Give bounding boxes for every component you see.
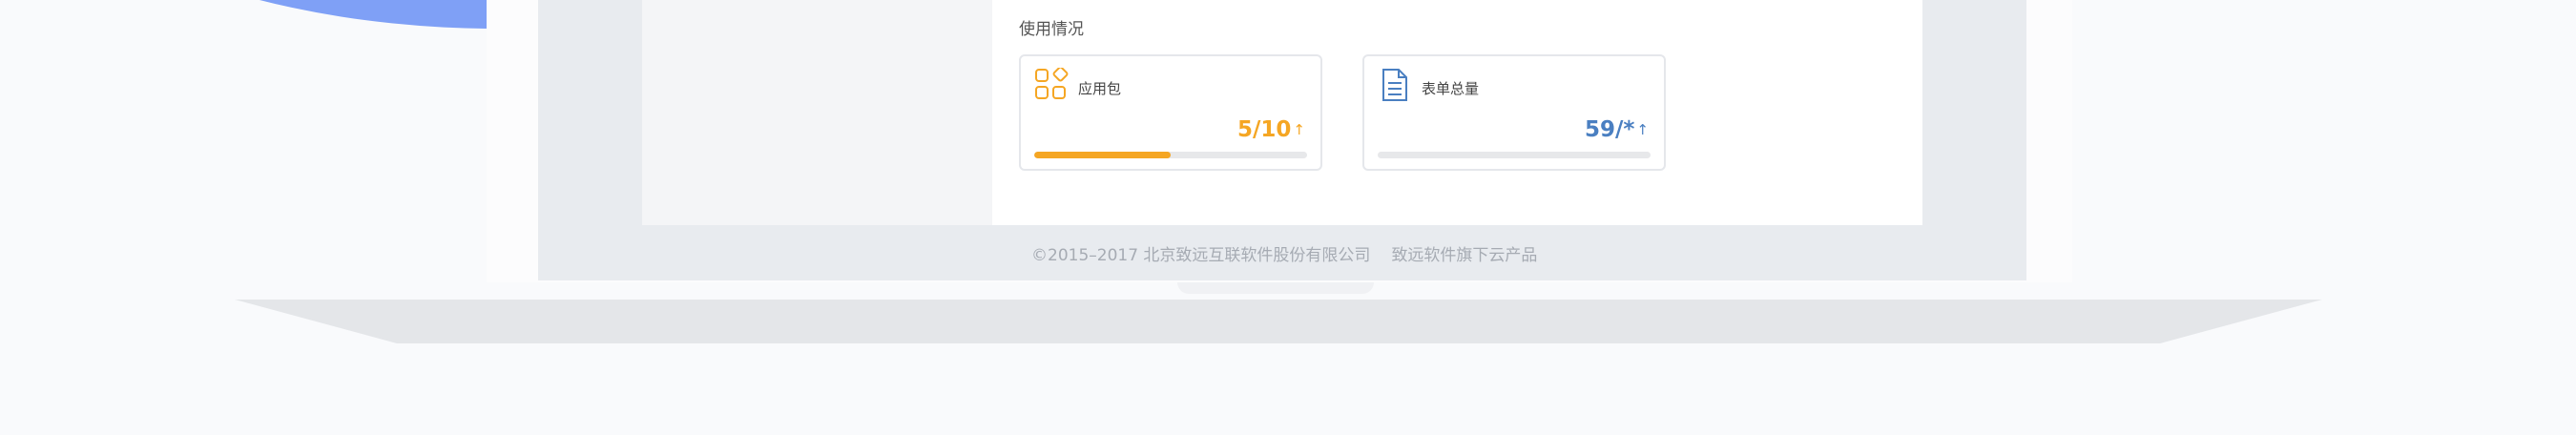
document-icon <box>1382 69 1407 101</box>
laptop-base <box>235 300 2322 343</box>
laptop-notch <box>1177 282 1374 294</box>
progress-fill <box>1034 152 1171 158</box>
progress-track <box>1378 152 1651 158</box>
card-label: 应用包 <box>1078 80 1122 97</box>
card-value-text: 59/* <box>1584 117 1635 142</box>
up-arrow-icon: ↑ <box>1636 121 1649 138</box>
up-arrow-icon: ↑ <box>1293 121 1305 138</box>
usage-section-title: 使用情况 <box>1019 20 1084 39</box>
form-total-card[interactable]: 表单总量 59/* ↑ <box>1362 54 1666 171</box>
copyright-text: ©2015–2017 北京致远互联软件股份有限公司 <box>1031 246 1371 265</box>
decorative-blue-shape <box>0 0 487 38</box>
card-value-text: 5/10 <box>1237 117 1292 142</box>
card-value: 5/10 ↑ <box>1237 117 1305 142</box>
app-grid-icon <box>1035 68 1069 99</box>
product-link[interactable]: 致远软件旗下云产品 <box>1391 241 1537 265</box>
app-package-card[interactable]: 应用包 5/10 ↑ <box>1019 54 1322 171</box>
progress-track <box>1034 152 1307 158</box>
footer: ©2015–2017 北京致远互联软件股份有限公司 致远软件旗下云产品 <box>1031 241 1537 265</box>
card-label: 表单总量 <box>1422 80 1480 97</box>
card-value: 59/* ↑ <box>1585 117 1649 142</box>
